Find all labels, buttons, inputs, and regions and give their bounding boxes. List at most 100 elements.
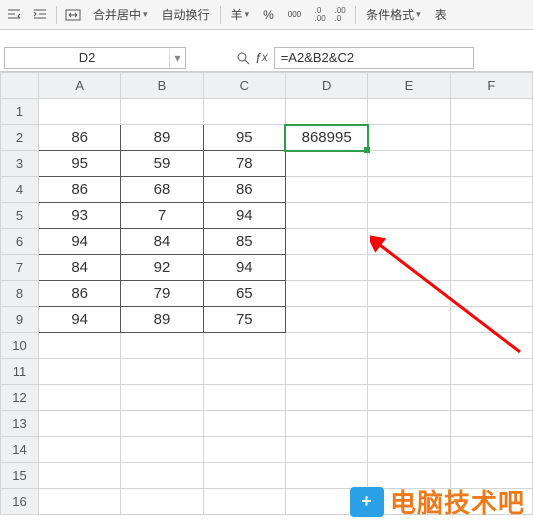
cell[interactable] xyxy=(368,177,450,203)
cell[interactable]: 89 xyxy=(121,125,203,151)
cell[interactable]: 79 xyxy=(121,281,203,307)
cell[interactable] xyxy=(450,411,532,437)
cell[interactable] xyxy=(368,203,450,229)
cell[interactable]: 75 xyxy=(203,307,285,333)
cell[interactable]: 94 xyxy=(203,255,285,281)
cell[interactable] xyxy=(450,99,532,125)
cell[interactable] xyxy=(203,463,285,489)
cell[interactable]: 86 xyxy=(203,177,285,203)
cell[interactable] xyxy=(121,463,203,489)
cell[interactable] xyxy=(121,411,203,437)
cell[interactable] xyxy=(450,229,532,255)
cell[interactable] xyxy=(285,333,367,359)
cell[interactable] xyxy=(285,177,367,203)
cell[interactable]: 7 xyxy=(121,203,203,229)
cell[interactable]: 68 xyxy=(121,177,203,203)
cell[interactable] xyxy=(368,333,450,359)
col-header-B[interactable]: B xyxy=(121,73,203,99)
cell[interactable]: 94 xyxy=(203,203,285,229)
cell[interactable] xyxy=(121,437,203,463)
cell[interactable] xyxy=(368,307,450,333)
row-header-15[interactable]: 15 xyxy=(1,463,39,489)
row-header-7[interactable]: 7 xyxy=(1,255,39,281)
row-header-14[interactable]: 14 xyxy=(1,437,39,463)
cell[interactable] xyxy=(121,359,203,385)
col-header-E[interactable]: E xyxy=(368,73,450,99)
cell[interactable] xyxy=(450,385,532,411)
cell[interactable] xyxy=(285,385,367,411)
select-all-corner[interactable] xyxy=(1,73,39,99)
cell[interactable] xyxy=(450,203,532,229)
cell[interactable]: 94 xyxy=(39,307,121,333)
row-header-1[interactable]: 1 xyxy=(1,99,39,125)
cell[interactable] xyxy=(450,281,532,307)
cell[interactable] xyxy=(285,255,367,281)
cell[interactable] xyxy=(203,359,285,385)
cell[interactable] xyxy=(285,437,367,463)
cell[interactable] xyxy=(39,411,121,437)
cell[interactable] xyxy=(368,99,450,125)
cell[interactable] xyxy=(450,151,532,177)
cell[interactable] xyxy=(285,411,367,437)
cell[interactable]: 86 xyxy=(39,281,121,307)
cell[interactable] xyxy=(203,333,285,359)
cell[interactable] xyxy=(285,229,367,255)
cell[interactable]: 92 xyxy=(121,255,203,281)
cell[interactable] xyxy=(368,229,450,255)
indent-decrease-icon[interactable] xyxy=(4,5,24,25)
cell[interactable] xyxy=(39,333,121,359)
cell[interactable] xyxy=(368,255,450,281)
cell[interactable] xyxy=(39,99,121,125)
cell[interactable] xyxy=(39,385,121,411)
cell[interactable] xyxy=(203,437,285,463)
cell[interactable] xyxy=(450,307,532,333)
row-header-10[interactable]: 10 xyxy=(1,333,39,359)
cell[interactable] xyxy=(203,385,285,411)
currency-button[interactable]: 羊 ▾ xyxy=(227,6,254,23)
cell[interactable] xyxy=(121,489,203,515)
row-header-6[interactable]: 6 xyxy=(1,229,39,255)
chevron-down-icon[interactable]: ▾ xyxy=(169,48,185,68)
row-header-8[interactable]: 8 xyxy=(1,281,39,307)
row-header-5[interactable]: 5 xyxy=(1,203,39,229)
cell[interactable] xyxy=(121,99,203,125)
fx-icon[interactable]: fx xyxy=(256,50,268,66)
cell[interactable] xyxy=(203,99,285,125)
cell[interactable]: 84 xyxy=(39,255,121,281)
cell-selected[interactable]: 868995 xyxy=(285,125,367,151)
cell[interactable] xyxy=(450,437,532,463)
cell[interactable]: 85 xyxy=(203,229,285,255)
increase-decimal-button[interactable]: .0.00 xyxy=(311,6,329,24)
cell[interactable] xyxy=(368,411,450,437)
decrease-decimal-button[interactable]: .00.0 xyxy=(331,6,349,24)
cell[interactable] xyxy=(121,333,203,359)
cell[interactable] xyxy=(368,359,450,385)
cell[interactable] xyxy=(368,385,450,411)
cell[interactable] xyxy=(285,99,367,125)
cell[interactable] xyxy=(285,359,367,385)
cell[interactable] xyxy=(450,125,532,151)
indent-increase-icon[interactable] xyxy=(30,5,50,25)
cell[interactable]: 93 xyxy=(39,203,121,229)
cell[interactable]: 94 xyxy=(39,229,121,255)
wrap-text-button[interactable]: 自动换行 xyxy=(158,6,214,23)
merge-center-button[interactable]: 合并居中 ▾ xyxy=(89,6,152,23)
cell[interactable] xyxy=(368,281,450,307)
cell[interactable] xyxy=(285,151,367,177)
col-header-C[interactable]: C xyxy=(203,73,285,99)
row-header-4[interactable]: 4 xyxy=(1,177,39,203)
cell[interactable] xyxy=(285,203,367,229)
cell[interactable] xyxy=(450,177,532,203)
cell[interactable]: 95 xyxy=(203,125,285,151)
row-header-11[interactable]: 11 xyxy=(1,359,39,385)
cell[interactable] xyxy=(39,489,121,515)
row-header-9[interactable]: 9 xyxy=(1,307,39,333)
cell[interactable] xyxy=(368,437,450,463)
row-header-12[interactable]: 12 xyxy=(1,385,39,411)
row-header-3[interactable]: 3 xyxy=(1,151,39,177)
name-box[interactable]: D2 ▾ xyxy=(4,47,186,69)
cell[interactable]: 95 xyxy=(39,151,121,177)
formula-input[interactable]: =A2&B2&C2 xyxy=(274,47,474,69)
row-header-2[interactable]: 2 xyxy=(1,125,39,151)
cell[interactable] xyxy=(450,255,532,281)
